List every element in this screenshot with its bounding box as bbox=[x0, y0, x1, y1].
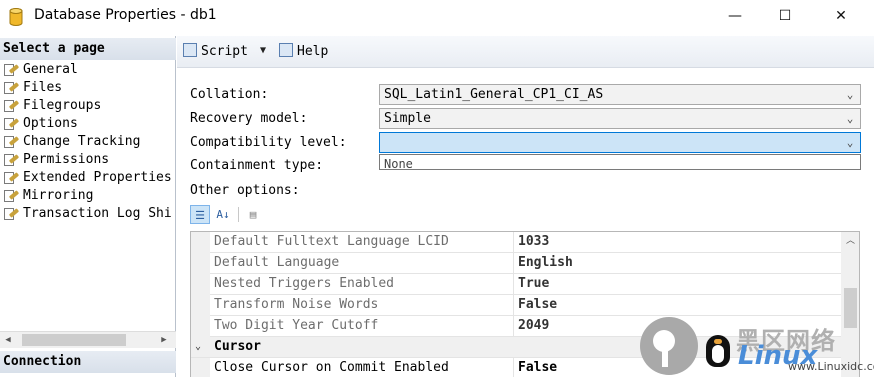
page-item-files[interactable]: Files bbox=[0, 79, 176, 97]
page-list-horizontal-scrollbar[interactable]: ◀ ▶ bbox=[0, 331, 176, 348]
page-item-extended-properties[interactable]: Extended Properties bbox=[0, 169, 176, 187]
help-icon bbox=[279, 43, 293, 57]
property-value: True bbox=[518, 276, 550, 291]
collation-combo[interactable]: SQL_Latin1_General_CP1_CI_AS ⌄ bbox=[379, 84, 861, 105]
recovery-model-combo[interactable]: Simple ⌄ bbox=[379, 108, 861, 129]
property-name: Two Digit Year Cutoff bbox=[214, 318, 379, 333]
page-item-filegroups[interactable]: Filegroups bbox=[0, 97, 176, 115]
page-wrench-icon bbox=[3, 207, 20, 221]
compatibility-level-dropdown[interactable]: None bbox=[379, 154, 861, 170]
page-wrench-icon bbox=[3, 189, 20, 203]
key-logo-icon bbox=[640, 317, 698, 375]
chevron-down-icon: ⌄ bbox=[846, 112, 854, 125]
category-name: Cursor bbox=[214, 339, 261, 354]
property-name: Default Language bbox=[214, 255, 340, 270]
alphabetical-sort-icon[interactable]: A↓ bbox=[213, 205, 233, 224]
property-value: English bbox=[518, 255, 573, 270]
database-icon bbox=[9, 8, 23, 26]
scroll-left-arrow-icon[interactable]: ◀ bbox=[0, 332, 16, 349]
page-item-transaction-log-shipping[interactable]: Transaction Log Shi bbox=[0, 205, 176, 223]
property-name: Transform Noise Words bbox=[214, 297, 379, 312]
recovery-model-label: Recovery model: bbox=[190, 111, 308, 126]
connection-heading: Connection bbox=[0, 351, 176, 373]
script-icon bbox=[183, 43, 197, 57]
page-item-permissions[interactable]: Permissions bbox=[0, 151, 176, 169]
page-wrench-icon bbox=[3, 153, 20, 167]
chevron-down-icon: ⌄ bbox=[846, 88, 854, 101]
compatibility-level-label: Compatibility level: bbox=[190, 135, 347, 150]
other-options-label: Other options: bbox=[190, 183, 300, 198]
page-item-general[interactable]: General bbox=[0, 61, 176, 79]
compatibility-level-combo[interactable]: ⌄ bbox=[379, 132, 861, 153]
containment-type-label: Containment type: bbox=[190, 158, 324, 173]
page-wrench-icon bbox=[3, 171, 20, 185]
collapse-chevron-icon[interactable]: ⌄ bbox=[195, 337, 201, 357]
page-wrench-icon bbox=[3, 135, 20, 149]
property-row-transform-noise-words[interactable]: Transform Noise Words False bbox=[191, 295, 841, 316]
window-title: Database Properties - db1 bbox=[34, 7, 217, 23]
collation-value: SQL_Latin1_General_CP1_CI_AS bbox=[384, 87, 604, 102]
property-row-nested-triggers-enabled[interactable]: Nested Triggers Enabled True bbox=[191, 274, 841, 295]
page-wrench-icon bbox=[3, 117, 20, 131]
penguin-logo-icon bbox=[704, 329, 732, 369]
script-button-label: Script bbox=[201, 44, 248, 59]
property-name: Default Fulltext Language LCID bbox=[214, 234, 449, 249]
help-button-label: Help bbox=[297, 44, 329, 59]
scrollbar-thumb[interactable] bbox=[22, 334, 126, 346]
page-item-label: Change Tracking bbox=[23, 134, 141, 149]
watermark-url-text: www.Linuxidc.com bbox=[788, 360, 874, 373]
property-name: Nested Triggers Enabled bbox=[214, 276, 395, 291]
page-wrench-icon bbox=[3, 63, 20, 77]
toolbar-divider bbox=[238, 207, 239, 222]
page-item-mirroring[interactable]: Mirroring bbox=[0, 187, 176, 205]
collation-label: Collation: bbox=[190, 87, 269, 102]
toolbar: Script ▼ Help bbox=[177, 36, 874, 68]
page-item-label: Options bbox=[23, 116, 78, 131]
scroll-right-arrow-icon[interactable]: ▶ bbox=[156, 332, 172, 349]
property-name: Close Cursor on Commit Enabled bbox=[214, 360, 449, 375]
script-button[interactable]: Script bbox=[183, 43, 248, 61]
page-item-change-tracking[interactable]: Change Tracking bbox=[0, 133, 176, 151]
select-page-heading: Select a page bbox=[0, 38, 176, 60]
property-value: False bbox=[518, 297, 558, 312]
property-pages-icon[interactable]: ▤ bbox=[243, 205, 263, 224]
minimize-button[interactable]: — bbox=[712, 0, 758, 32]
page-wrench-icon bbox=[3, 99, 20, 113]
help-button[interactable]: Help bbox=[279, 43, 328, 61]
page-wrench-icon bbox=[3, 81, 20, 95]
chevron-down-icon: ⌄ bbox=[846, 136, 854, 149]
close-button[interactable]: ✕ bbox=[818, 0, 864, 32]
property-row-default-language[interactable]: Default Language English bbox=[191, 253, 841, 274]
categorized-view-icon[interactable]: ☰ bbox=[190, 205, 210, 224]
recovery-model-value: Simple bbox=[384, 111, 431, 126]
dropdown-partial-item[interactable]: None bbox=[384, 157, 413, 169]
scroll-up-arrow-icon[interactable]: ︿ bbox=[841, 234, 859, 248]
page-item-label: Filegroups bbox=[23, 98, 102, 113]
site-watermark: 黑区网络 Linux www.Linuxidc.com bbox=[640, 315, 874, 377]
page-item-label: Extended Properties bbox=[23, 170, 172, 185]
title-bar: Database Properties - db1 — ☐ ✕ bbox=[0, 0, 874, 34]
page-item-label: General bbox=[23, 62, 78, 77]
page-item-options[interactable]: Options bbox=[0, 115, 176, 133]
property-row-default-fulltext-language-lcid[interactable]: Default Fulltext Language LCID 1033 bbox=[191, 232, 841, 253]
page-list: General Files Filegroups Options Change … bbox=[0, 61, 176, 331]
maximize-button[interactable]: ☐ bbox=[762, 0, 808, 32]
property-value: False bbox=[518, 360, 558, 375]
script-dropdown-arrow-icon[interactable]: ▼ bbox=[260, 45, 266, 56]
page-selector-pane: Select a page General Files Filegroups O… bbox=[0, 36, 176, 377]
page-item-label: Permissions bbox=[23, 152, 110, 167]
page-item-label: Transaction Log Shi bbox=[23, 206, 172, 221]
property-value: 2049 bbox=[518, 318, 550, 333]
page-item-label: Mirroring bbox=[23, 188, 94, 203]
page-item-label: Files bbox=[23, 80, 63, 95]
property-value: 1033 bbox=[518, 234, 550, 249]
